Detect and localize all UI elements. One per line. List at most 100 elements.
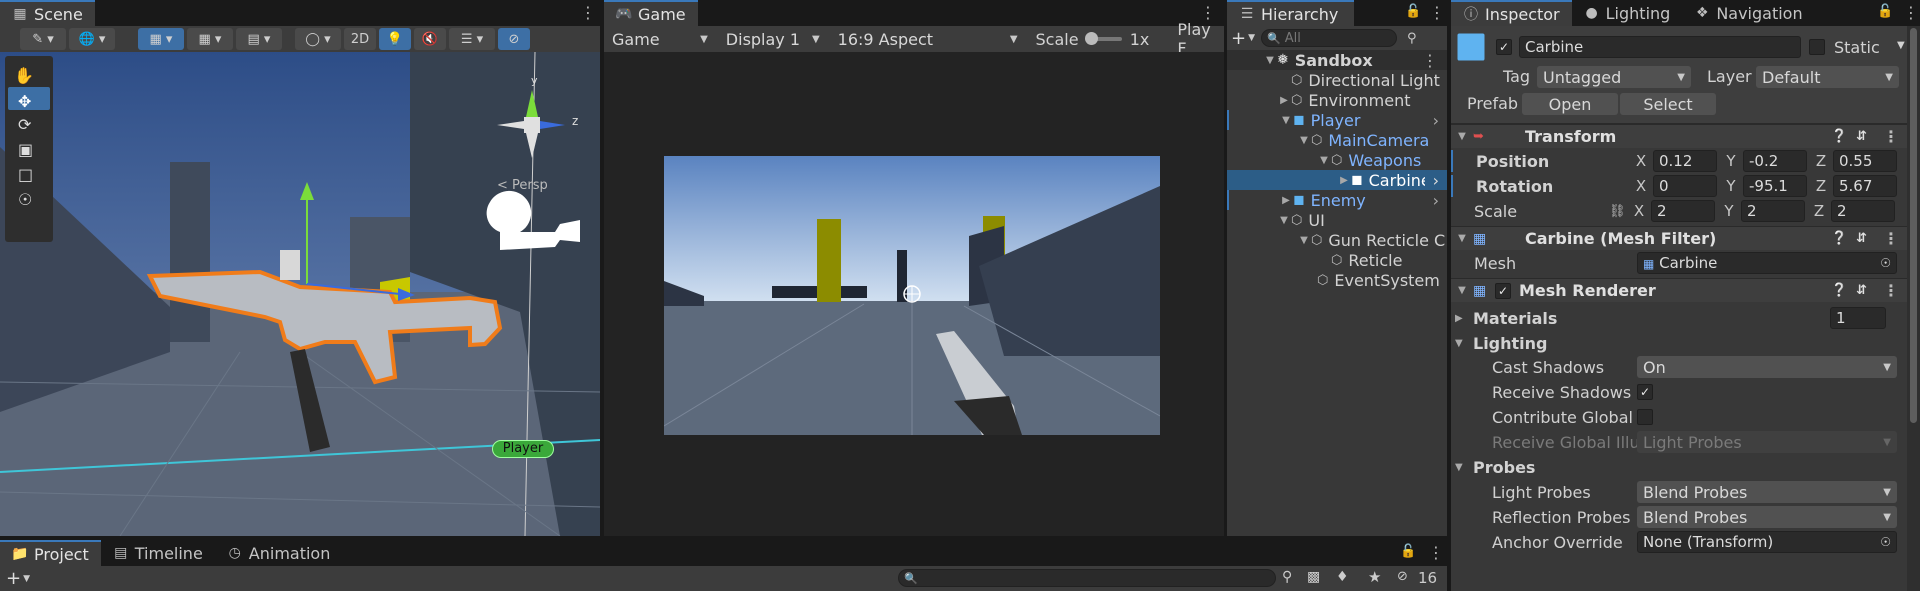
fold-arrow-icon[interactable]: ▼: [1279, 115, 1293, 126]
scene-menu-icon[interactable]: ⋮: [580, 3, 596, 22]
anchor-override-field[interactable]: None (Transform) ☉: [1637, 531, 1897, 553]
toggle-2d-button[interactable]: 2D: [344, 28, 376, 50]
transform-header[interactable]: ▼ ➥ Transform ❔ ⇵ ⋮: [1451, 124, 1920, 148]
fold-arrow-icon[interactable]: ▼: [1451, 285, 1473, 296]
hierarchy-item-selected[interactable]: ▶ ◼ Carbine ›: [1227, 170, 1447, 190]
scale-y-field[interactable]: 2: [1741, 200, 1805, 222]
hidden-packages-icon[interactable]: ⊘: [1397, 569, 1408, 584]
materials-count-field[interactable]: 1: [1830, 307, 1886, 329]
effects-toggle-icon[interactable]: ☰ ▾: [449, 28, 495, 50]
toolbox-move-icon[interactable]: ✥: [18, 92, 31, 111]
shading-button[interactable]: ◯ ▾: [295, 28, 341, 50]
mesh-renderer-enabled-checkbox[interactable]: ✓: [1495, 282, 1511, 299]
game-mode-dropdown[interactable]: Game ▼: [606, 28, 714, 50]
fold-arrow-icon[interactable]: ▶: [1277, 95, 1291, 106]
filter-by-type-icon[interactable]: ▩: [1307, 569, 1320, 585]
tab-navigation[interactable]: ❖ Navigation: [1682, 0, 1814, 26]
search-by-type-icon[interactable]: ⚲: [1282, 569, 1292, 585]
grid-snap-button[interactable]: ▦ ▾: [138, 28, 184, 50]
object-picker-icon[interactable]: ☉: [1880, 256, 1891, 270]
tab-timeline[interactable]: ▤ Timeline: [101, 540, 215, 566]
gizmo-persp-label[interactable]: < Persp: [497, 178, 548, 193]
audio-toggle-icon[interactable]: 🔇: [414, 28, 446, 50]
tab-project[interactable]: 📁 Project: [0, 540, 101, 566]
preset-icon[interactable]: ⇵: [1856, 129, 1867, 144]
fold-arrow-icon[interactable]: ▼: [1451, 131, 1473, 142]
tab-inspector[interactable]: ⓘ Inspector: [1451, 0, 1572, 26]
hierarchy-item[interactable]: ▼ ⬡ Gun Recticle C: [1227, 230, 1447, 250]
toolbox-rotate-icon[interactable]: ⟳: [18, 115, 31, 134]
inspector-scrollbar-thumb[interactable]: [1910, 28, 1917, 423]
chevron-down-icon[interactable]: ▼: [1248, 33, 1255, 43]
scale-x-field[interactable]: 2: [1651, 200, 1715, 222]
render-mode-button[interactable]: 🌐 ▾: [69, 28, 115, 50]
fold-arrow-icon[interactable]: ▼: [1451, 233, 1473, 244]
materials-row[interactable]: ▶ Materials 1: [1451, 307, 1920, 329]
project-menu-icon[interactable]: ⋮: [1428, 543, 1444, 562]
object-picker-icon[interactable]: ☉: [1880, 535, 1891, 549]
rotation-y-field[interactable]: -95.1: [1743, 175, 1807, 197]
light-probes-dropdown[interactable]: Blend Probes ▼: [1637, 481, 1897, 503]
cast-shadows-dropdown[interactable]: On ▼: [1637, 356, 1897, 378]
fold-arrow-icon[interactable]: ▼: [1297, 235, 1311, 246]
hierarchy-item[interactable]: ⬡ Directional Light: [1227, 70, 1447, 90]
active-checkbox[interactable]: ✓: [1496, 39, 1512, 55]
toolbox-scale-icon[interactable]: ▣: [18, 140, 33, 159]
tab-game[interactable]: 🎮 Game: [604, 0, 698, 26]
hierarchy-item[interactable]: ▶ ⬡ Environment: [1227, 90, 1447, 110]
fold-arrow-icon[interactable]: ▼: [1455, 338, 1473, 349]
rotation-x-field[interactable]: 0: [1653, 175, 1717, 197]
position-x-field[interactable]: 0.12: [1653, 150, 1717, 172]
tag-dropdown[interactable]: Untagged ▼: [1537, 66, 1691, 88]
mesh-renderer-header[interactable]: ▼ ▦ ✓ Mesh Renderer ❔ ⇵ ⋮: [1451, 278, 1920, 302]
display-dropdown[interactable]: Display 1 ▼: [719, 28, 826, 50]
game-viewport[interactable]: [664, 156, 1160, 435]
layer-dropdown[interactable]: Default ▼: [1756, 66, 1899, 88]
draw-mode-button[interactable]: ✎ ▾: [20, 28, 66, 50]
lighting-toggle-icon[interactable]: 💡: [379, 28, 411, 50]
object-name-field[interactable]: Carbine: [1519, 36, 1801, 58]
scale-slider-thumb[interactable]: [1084, 32, 1098, 45]
preset-icon[interactable]: ⇵: [1856, 231, 1867, 246]
tab-animation[interactable]: ◷ Animation: [215, 540, 343, 566]
scale-z-field[interactable]: 2: [1831, 200, 1895, 222]
fold-arrow-icon[interactable]: ▼: [1455, 462, 1473, 473]
scale-slider[interactable]: [1084, 32, 1122, 45]
contribute-gi-checkbox[interactable]: [1637, 409, 1653, 425]
inspector-menu-icon[interactable]: ⋮: [1903, 3, 1919, 22]
favorite-star-icon[interactable]: ★: [1368, 568, 1381, 586]
tab-scene[interactable]: ▦ Scene: [0, 0, 95, 26]
hierarchy-menu-icon[interactable]: ⋮: [1429, 3, 1445, 22]
constrain-proportions-icon[interactable]: ⛓: [1609, 204, 1631, 219]
hierarchy-item[interactable]: ▼ ⬡ MainCamera: [1227, 130, 1447, 150]
toolbox-rect-icon[interactable]: □: [18, 165, 33, 184]
fold-arrow-icon[interactable]: ▶: [1337, 175, 1351, 186]
component-menu-icon[interactable]: ⋮: [1883, 281, 1899, 300]
help-icon[interactable]: ❔: [1831, 283, 1847, 298]
chevron-down-icon[interactable]: ▼: [23, 574, 30, 584]
probes-section[interactable]: ▼ Probes: [1451, 456, 1920, 478]
hierarchy-item[interactable]: ▼ ◼ Player ›: [1227, 110, 1447, 130]
mesh-filter-header[interactable]: ▼ ▦ Carbine (Mesh Filter) ❔ ⇵ ⋮: [1451, 226, 1920, 250]
static-checkbox[interactable]: [1809, 39, 1825, 55]
fold-arrow-icon[interactable]: ▶: [1455, 313, 1473, 324]
toolbox-hand-icon[interactable]: ✋: [14, 66, 34, 85]
component-menu-icon[interactable]: ⋮: [1883, 229, 1899, 248]
position-y-field[interactable]: -0.2: [1743, 150, 1807, 172]
chevron-down-icon[interactable]: ▼: [1897, 40, 1905, 51]
help-icon[interactable]: ❔: [1831, 129, 1847, 144]
hierarchy-item[interactable]: ▼ ⬡ UI: [1227, 210, 1447, 230]
increment-snap-button[interactable]: ▦ ▾: [187, 28, 233, 50]
prefab-open-button[interactable]: Open: [1522, 93, 1618, 115]
visibility-toggle-icon[interactable]: ⊘: [498, 28, 530, 50]
preset-icon[interactable]: ⇵: [1856, 283, 1867, 298]
prefab-select-button[interactable]: Select: [1620, 93, 1716, 115]
hierarchy-root-row[interactable]: ▼ ❅ Sandbox ⋮: [1227, 50, 1447, 70]
hierarchy-item[interactable]: ▼ ⬡ Weapons: [1227, 150, 1447, 170]
lock-icon[interactable]: 🔓: [1877, 4, 1893, 19]
create-plus-icon[interactable]: +: [6, 568, 21, 589]
reflection-probes-dropdown[interactable]: Blend Probes ▼: [1637, 506, 1897, 528]
fold-arrow-icon[interactable]: ▼: [1297, 135, 1311, 146]
lock-icon[interactable]: 🔓: [1400, 544, 1416, 559]
hierarchy-item[interactable]: ▶ ◼ Enemy ›: [1227, 190, 1447, 210]
